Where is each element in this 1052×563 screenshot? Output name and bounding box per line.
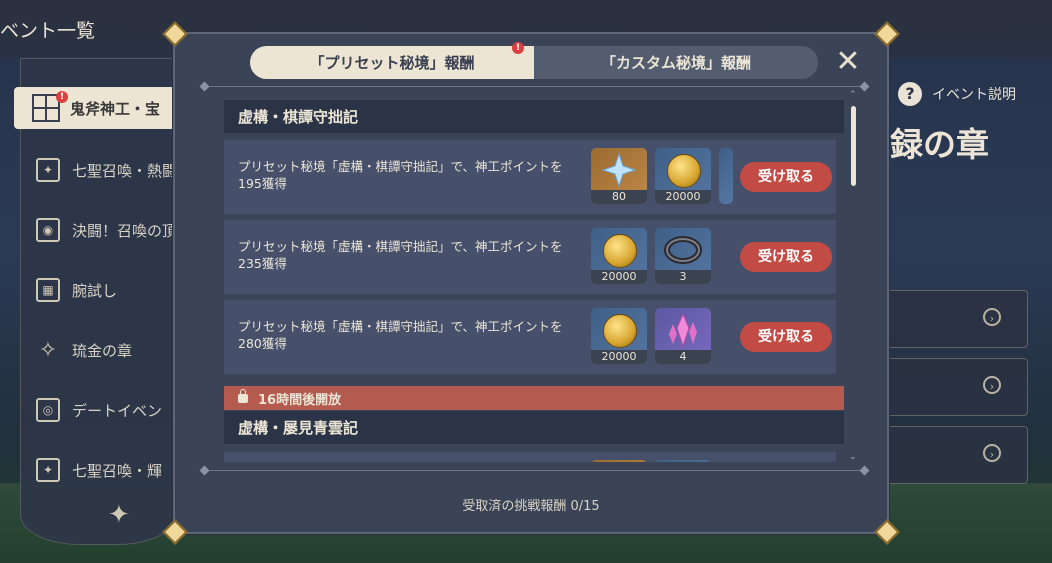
page-title: ベント一覧 [0,20,96,42]
section-title: 虚構・屡見青雲記 [224,411,844,444]
close-button[interactable]: ✕ [833,47,863,78]
mora-coin-icon [603,314,637,348]
divider-diamond-icon [859,81,870,92]
reward-item[interactable]: 20000 [591,308,647,364]
claimed-progress: 受取済の挑戦報酬 0/15 [462,499,600,514]
tab-preset-domain[interactable]: 「プリセット秘境」報酬 [250,46,534,79]
scrollbar-thumb[interactable] [851,106,856,186]
sidebar-item[interactable]: ◉ 決闘！召喚の頂 [36,210,196,250]
question-icon: ? [898,82,922,106]
item-count: 4 [655,350,711,364]
divider [205,470,865,471]
divider-diamond-icon [199,81,210,92]
background-panel[interactable]: › [880,290,1028,348]
card-icon: ✦ [36,458,60,482]
claim-button[interactable]: 受け取る [740,242,832,272]
sidebar-item-label: 決闘！召喚の頂 [72,221,178,240]
sidebar-item[interactable]: ▦ 腕試し [36,270,196,310]
sidebar-item-active[interactable]: ! 鬼斧神工・宝 [14,87,189,129]
shield-icon: ◉ [36,218,60,242]
eye-icon: ◎ [36,398,60,422]
lock-icon [238,388,248,403]
mora-coin-icon [603,234,637,268]
reward-row: プリセット秘境「虚構・棋譚守拙記」で、神工ポイントを280獲得 20000 4 … [224,300,836,374]
rewards-modal: 「プリセット秘境」報酬 「カスタム秘境」報酬 ! ✕ 虚構・棋譚守拙記 プリセッ… [162,21,900,545]
event-title: 録の章 [890,125,989,164]
reward-row [224,452,836,462]
sidebar-item-label: 鬼斧神工・宝 [70,99,161,118]
reward-row: プリセット秘境「虚構・棋譚守拙記」で、神工ポイントを195獲得 80 20000… [224,140,836,214]
sidebar-item[interactable]: ✦ 七聖召喚・熱闘 [36,150,196,190]
talent-material-icon [664,236,702,264]
reward-list[interactable]: 虚構・棋譚守拙記 プリセット秘境「虚構・棋譚守拙記」で、神工ポイントを195獲得… [224,100,844,462]
reward-item[interactable] [655,460,711,462]
primogem-icon [601,152,637,188]
reward-row: プリセット秘境「虚構・棋譚守拙記」で、神工ポイントを235獲得 20000 3 … [224,220,836,294]
divider-diamond-icon [859,465,870,476]
crystal-icon [669,312,697,348]
decorative-star-icon: ✦ [108,500,130,530]
background-panel[interactable]: › [880,358,1028,416]
card-icon: ✦ [36,158,60,182]
arrow-right-icon: › [983,308,1001,326]
reward-item[interactable] [591,460,647,462]
sidebar-item-label: デートイベン [72,401,163,420]
reward-item[interactable]: 80 [591,148,647,204]
item-count: 20000 [591,270,647,284]
reward-description: プリセット秘境「虚構・棋譚守拙記」で、神工ポイントを280獲得 [238,319,563,351]
sidebar-item-label: 七聖召喚・輝 [72,461,163,480]
claim-button[interactable]: 受け取る [740,322,832,352]
arrow-right-icon: › [983,444,1001,462]
claim-button[interactable]: 受け取る [740,162,832,192]
reward-item[interactable]: 20000 [655,148,711,204]
divider [205,86,865,87]
section-title: 虚構・棋譚守拙記 [224,100,844,133]
sidebar-item-label: 琉金の章 [72,341,133,360]
reward-tabs: 「プリセット秘境」報酬 「カスタム秘境」報酬 [250,46,818,79]
reward-description: プリセット秘境「虚構・棋譚守拙記」で、神工ポイントを195獲得 [238,159,563,191]
reward-item[interactable]: 3 [655,228,711,284]
arrow-right-icon: › [983,376,1001,394]
reward-item-partial[interactable] [719,148,733,204]
alert-badge: ! [56,91,68,103]
sidebar-item-label: 七聖召喚・熱闘 [72,161,178,180]
alert-badge: ! [512,42,524,54]
item-count: 20000 [591,350,647,364]
background-panel[interactable]: › [880,426,1028,484]
reward-item[interactable]: 4 [655,308,711,364]
sidebar-item-label: 腕試し [72,281,118,300]
item-count: 80 [591,190,647,204]
item-count: 20000 [655,190,711,204]
sidebar-item[interactable]: ✧ 琉金の章 [36,330,196,370]
reward-item[interactable]: 20000 [591,228,647,284]
tab-custom-domain[interactable]: 「カスタム秘境」報酬 [534,46,818,79]
compass-icon: ✧ [38,337,58,363]
divider-diamond-icon [199,465,210,476]
reward-description: プリセット秘境「虚構・棋譚守拙記」で、神工ポイントを235獲得 [238,239,563,271]
mora-coin-icon [667,154,701,188]
help-label: イベント説明 [932,87,1016,103]
sidebar-item[interactable]: ✦ 七聖召喚・輝 [36,450,196,490]
event-help-link[interactable]: ? イベント説明 [898,82,1016,106]
scroll-down-icon[interactable]: ⌄ [849,452,857,462]
sidebar-item[interactable]: ◎ デートイベン [36,390,196,430]
lock-label: 16時間後開放 [258,392,342,408]
scroll-up-icon[interactable]: ⌃ [849,90,857,100]
cards-icon: ▦ [36,278,60,302]
locked-banner: 16時間後開放 [224,386,844,410]
item-count: 3 [655,270,711,284]
